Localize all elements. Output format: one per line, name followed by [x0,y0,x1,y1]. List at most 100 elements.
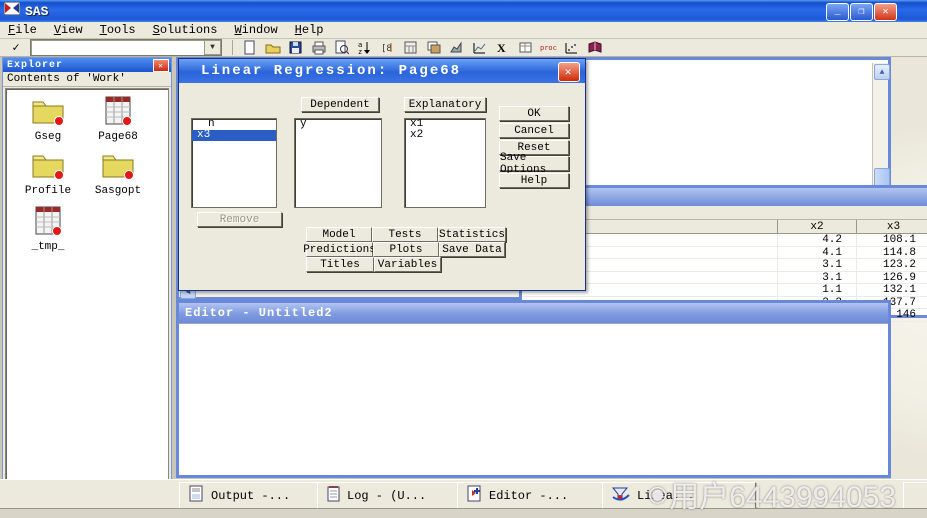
close-button[interactable]: ✕ [874,3,897,21]
dialog-options-grid: Model Tests Statistics Predictions Plots… [306,227,569,272]
folder-icon [30,151,66,185]
taskbar-output-button[interactable]: Output -... [179,482,324,509]
new-file-icon[interactable] [240,40,259,56]
tests-button[interactable]: Tests [372,227,438,242]
menu-tools[interactable]: Tools [100,23,136,37]
editor-content[interactable] [179,323,888,475]
sas-logo-icon [4,2,20,20]
submit-check-icon[interactable]: ✓ [6,40,26,55]
source-variable-list[interactable]: n x3 [191,118,277,208]
scroll-up-icon[interactable]: ▲ [874,64,890,80]
log-icon [326,485,341,506]
item-label: Profile [25,185,71,197]
taskbar-partial-button[interactable] [903,482,927,509]
explorer-item-tmp[interactable]: _tmp_ [12,205,84,253]
help-book-icon[interactable] [585,40,604,56]
editor-window: Editor - Untitled2 [176,300,891,478]
column-header-x3[interactable]: x3 [857,220,927,233]
list-item-x2[interactable]: x2 [405,130,485,141]
chart-icon[interactable] [470,40,489,56]
svg-text:[8: [8 [381,44,392,54]
taskbar-editor-button[interactable]: Editor -... [457,482,610,509]
print-icon[interactable] [309,40,328,56]
dependent-button[interactable]: Dependent [301,97,379,112]
toolbar-separator [232,40,233,55]
explorer-item-sasgopt[interactable]: Sasgopt [82,151,154,197]
taskbtn-label: Editor -... [489,489,568,503]
dependent-list[interactable]: y [294,118,382,208]
folder-icon [100,151,136,185]
folder-icon [30,97,66,131]
list-item-y[interactable]: y [295,119,381,130]
explorer-item-page68[interactable]: Page68 [82,95,154,143]
print-preview-icon[interactable] [332,40,351,56]
app-title: SAS [25,4,48,19]
editor-title: Editor - Untitled2 [185,306,333,320]
editor-icon [466,485,483,506]
taskbar-linear-regression-button[interactable]: Linea... [602,482,756,509]
explorer-close-icon[interactable]: ✕ [153,59,169,72]
model-button[interactable]: Model [306,227,372,242]
menu-help[interactable]: Help [295,23,324,37]
taskbar-log-button[interactable]: Log - (U... [317,482,467,509]
help-button[interactable]: Help [499,173,569,188]
explorer-titlebar: Explorer ✕ [3,58,171,72]
open-icon[interactable] [263,40,282,56]
statistics-button[interactable]: Statistics [438,227,506,242]
dialog-titlebar: Linear Regression: Page68 ✕ [179,59,585,83]
ok-button[interactable]: OK [499,106,569,121]
remove-button[interactable]: Remove [197,212,282,227]
column-header-x2[interactable]: x2 [778,220,857,233]
output-icon [188,485,205,506]
explorer-panel: Explorer ✕ Contents of 'Work' Gseg Page6… [2,57,172,511]
menu-window[interactable]: Window [234,23,277,37]
taskbtn-label: Log - (U... [347,489,426,503]
taskbtn-label: Linea... [637,489,695,503]
sas-main-window: SAS _ ❐ ✕ File View Tools Solutions Wind… [0,0,927,518]
taskbtn-label: Output -... [211,489,290,503]
explorer-contents-header: Contents of 'Work' [3,72,171,87]
predictions-button[interactable]: Predictions [306,242,373,257]
item-label: Page68 [98,131,138,143]
explorer-item-profile[interactable]: Profile [12,151,84,197]
sort-icon[interactable]: az [355,40,374,56]
explorer-body: Gseg Page68 Profile Sasgopt _tmp_ [5,88,169,494]
convert-icon[interactable]: [8 [378,40,397,56]
command-input[interactable]: ▼ [30,39,222,56]
save-options-button[interactable]: Save Options [499,156,569,171]
cancel-button[interactable]: Cancel [499,123,569,138]
restore-button[interactable]: ❐ [850,3,873,21]
plot-icon[interactable] [562,40,581,56]
funnel-icon [611,485,631,506]
menu-view[interactable]: View [54,23,83,37]
explanatory-button[interactable]: Explanatory [404,97,486,112]
menu-bar: File View Tools Solutions Window Help [0,22,927,39]
dialog-close-icon[interactable]: ✕ [558,62,580,82]
plots-button[interactable]: Plots [373,242,439,257]
dialog-title: Linear Regression: Page68 [201,63,461,79]
table-view-icon[interactable] [516,40,535,56]
main-titlebar: SAS _ ❐ ✕ [0,0,927,22]
graph-icon[interactable] [447,40,466,56]
new-window-icon[interactable] [424,40,443,56]
explorer-title: Explorer [7,60,63,71]
chevron-down-icon[interactable]: ▼ [204,40,221,55]
item-label: _tmp_ [31,241,64,253]
explanatory-list[interactable]: x1 x2 [404,118,486,208]
calculator-icon[interactable] [401,40,420,56]
item-label: Gseg [35,131,61,143]
linear-regression-dialog: Linear Regression: Page68 ✕ Dependent Ex… [178,58,586,291]
minimize-button[interactable]: _ [826,3,849,21]
save-data-button[interactable]: Save Data [439,242,505,257]
proc-icon[interactable]: proc [539,40,558,56]
item-label: Sasgopt [95,185,141,197]
titles-button[interactable]: Titles [306,257,374,272]
window-taskbar: Output -... Log - (U... Editor -... Line… [0,479,927,508]
explorer-item-gseg[interactable]: Gseg [12,97,84,143]
save-icon[interactable] [286,40,305,56]
list-item-x3[interactable]: x3 [192,130,276,141]
variables-button[interactable]: Variables [374,257,441,272]
menu-solutions[interactable]: Solutions [153,23,218,37]
menu-file[interactable]: File [8,23,37,37]
formula-icon[interactable]: X [493,40,512,56]
